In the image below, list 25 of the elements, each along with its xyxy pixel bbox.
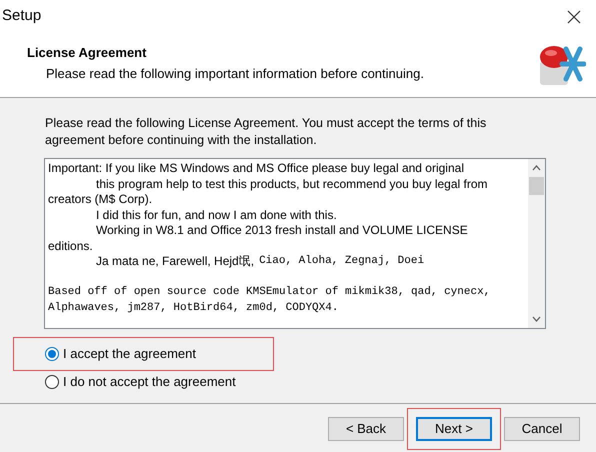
dialog-button[interactable]: Cancel xyxy=(504,417,580,441)
license-line: Working in W8.1 and Office 2013 fresh install and VOLUME LICENSE xyxy=(96,223,468,238)
license-line: Ciao, Aloha, Zegnaj, Doei xyxy=(259,254,424,269)
license-line: I did this for fun, and now I am done with this. xyxy=(96,208,337,223)
radio-option[interactable]: I accept the agreement xyxy=(45,344,196,364)
scroll-up-icon[interactable] xyxy=(532,165,541,171)
license-line: this program help to test this products, but recommend you buy legal from xyxy=(96,176,488,192)
license-line: editions. xyxy=(48,238,93,254)
license-line: creators (M$ Corp). xyxy=(48,192,152,208)
license-line: Ja mata ne, Farewell, Hejd氓, xyxy=(96,254,254,270)
radio-option[interactable]: I do not accept the agreement xyxy=(45,372,236,392)
scroll-down-icon[interactable] xyxy=(532,316,541,322)
window-title: Setup xyxy=(2,6,42,26)
license-line: Alphawaves, jm287, HotBird64, zm0d, CODYQX4. xyxy=(48,300,338,316)
dialog-button[interactable]: < Back xyxy=(328,417,404,441)
close-icon[interactable] xyxy=(566,8,582,24)
scrollbar[interactable] xyxy=(528,159,545,328)
license-text-box[interactable] xyxy=(44,158,546,329)
license-line: Based off of open source code KMSEmulator of mikmik38, qad, cynecx, xyxy=(48,285,490,300)
instruction-text: Please read the following License Agreement. You must accept the terms of this agreement before continuing with the installation. xyxy=(45,115,488,149)
license-line: Important: If you like MS Windows and MS Office please buy legal and original xyxy=(48,161,464,176)
scrollbar-thumb[interactable] xyxy=(529,177,544,195)
page-subtitle: Please read the following important information before continuing. xyxy=(45,64,424,83)
page-title: License Agreement xyxy=(27,44,148,62)
dialog-button[interactable]: Next > xyxy=(416,417,492,441)
